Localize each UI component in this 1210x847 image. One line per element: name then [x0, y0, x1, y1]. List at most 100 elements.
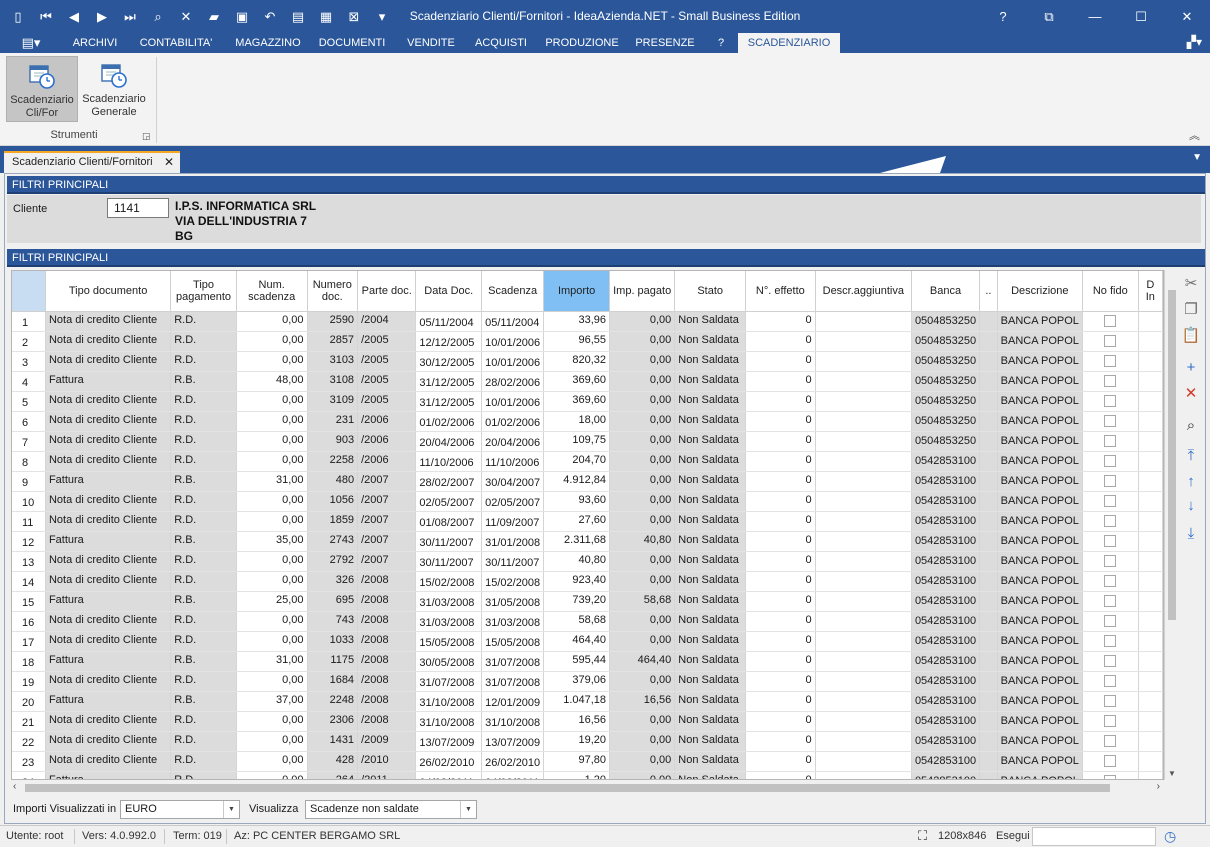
- application-menu-button[interactable]: ▤▾: [8, 33, 54, 53]
- importo[interactable]: 40,80: [543, 551, 611, 572]
- column-header[interactable]: No fido: [1082, 271, 1139, 312]
- descrizione[interactable]: BANCA POPOL: [997, 471, 1083, 492]
- scadenza[interactable]: 31/07/2008: [481, 671, 545, 692]
- importo[interactable]: 4.912,84: [543, 471, 611, 492]
- row-number[interactable]: 15: [12, 591, 46, 612]
- tipo-pagamento[interactable]: R.D.: [170, 331, 237, 352]
- descrizione[interactable]: BANCA POPOL: [997, 491, 1083, 512]
- scadenza[interactable]: 15/05/2008: [481, 631, 545, 652]
- tipo-pagamento[interactable]: R.D.: [170, 511, 237, 532]
- banca[interactable]: 0504853250: [911, 331, 981, 352]
- parte-doc[interactable]: /2006: [357, 431, 417, 452]
- data-doc[interactable]: 31/12/2005: [415, 391, 483, 412]
- descrizione[interactable]: BANCA POPOL: [997, 691, 1083, 712]
- num-scadenza[interactable]: 31,00: [236, 471, 308, 492]
- numero-effetto[interactable]: 0: [745, 471, 816, 492]
- scroll-thumb[interactable]: [25, 784, 1110, 792]
- tipo-documento[interactable]: Nota di credito Cliente: [45, 331, 172, 352]
- numero-doc[interactable]: 231: [307, 411, 359, 432]
- move-down-icon[interactable]: ↓: [1179, 494, 1203, 516]
- layout-options-icon[interactable]: ▞▾: [1187, 35, 1202, 49]
- banca[interactable]: 0504853250: [911, 351, 981, 372]
- no-fido-checkbox[interactable]: [1104, 534, 1117, 547]
- importo[interactable]: 464,40: [543, 631, 611, 652]
- no-fido-checkbox[interactable]: [1104, 714, 1117, 727]
- tipo-pagamento[interactable]: R.D.: [170, 731, 237, 752]
- stato[interactable]: Non Saldata: [674, 351, 747, 372]
- table-row[interactable]: 10 Nota di credito Cliente R.D. 0,00 1056/20…: [12, 491, 1163, 512]
- banca[interactable]: 0542853100: [911, 591, 981, 612]
- column-header[interactable]: Imp. pagato: [609, 271, 676, 312]
- column-header[interactable]: D In: [1138, 271, 1163, 312]
- tab-produzione[interactable]: PRODUZIONE: [540, 33, 624, 53]
- numero-doc[interactable]: 2258: [307, 451, 359, 472]
- importo[interactable]: 2.311,68: [543, 531, 611, 552]
- data-doc[interactable]: 31/10/2008: [415, 691, 483, 712]
- data-doc[interactable]: 31/03/2008: [415, 611, 483, 632]
- banca[interactable]: 0542853100: [911, 711, 981, 732]
- tab-documenti[interactable]: DOCUMENTI: [312, 33, 392, 53]
- table-row[interactable]: 20 Fattura R.B. 37,00 2248/2008 31/10/2008 12/…: [12, 691, 1163, 712]
- descrizione[interactable]: BANCA POPOL: [997, 731, 1083, 752]
- close-window-button[interactable]: ✕: [1164, 0, 1210, 33]
- row-number[interactable]: 22: [12, 731, 46, 752]
- parte-doc[interactable]: /2004: [357, 311, 417, 332]
- tipo-pagamento[interactable]: R.D.: [170, 551, 237, 572]
- tipo-documento[interactable]: Nota di credito Cliente: [45, 351, 172, 372]
- descr-aggiuntiva[interactable]: [815, 451, 912, 472]
- descr-aggiuntiva[interactable]: [815, 431, 912, 452]
- numero-effetto[interactable]: 0: [745, 731, 816, 752]
- num-scadenza[interactable]: 0,00: [236, 391, 308, 412]
- help-button[interactable]: ?: [980, 0, 1026, 33]
- group-launcher-icon[interactable]: ◲: [142, 131, 151, 142]
- scadenza[interactable]: 31/01/2008: [481, 531, 545, 552]
- row-number[interactable]: 5: [12, 391, 46, 412]
- data-doc[interactable]: 01/02/2006: [415, 411, 483, 432]
- stato[interactable]: Non Saldata: [674, 491, 747, 512]
- no-fido[interactable]: [1082, 711, 1139, 732]
- undo-icon[interactable]: ↶: [256, 0, 284, 33]
- banca[interactable]: 0542853100: [911, 571, 981, 592]
- no-fido-checkbox[interactable]: [1104, 734, 1117, 747]
- extra-col-2[interactable]: [1138, 411, 1163, 432]
- scadenza[interactable]: 12/01/2009: [481, 691, 545, 712]
- tab-list-icon[interactable]: ▼: [1192, 152, 1202, 163]
- row-number[interactable]: 17: [12, 631, 46, 652]
- imp-pagato[interactable]: 0,00: [609, 731, 676, 752]
- data-doc[interactable]: 11/10/2006: [415, 451, 483, 472]
- extra-col-2[interactable]: [1138, 491, 1163, 512]
- extra-col[interactable]: [979, 591, 998, 612]
- imp-pagato[interactable]: 0,00: [609, 351, 676, 372]
- data-doc[interactable]: 30/12/2005: [415, 351, 483, 372]
- table-row[interactable]: 21 Nota di credito Cliente R.D. 0,00 2306/20…: [12, 711, 1163, 732]
- parte-doc[interactable]: /2008: [357, 651, 417, 672]
- descrizione[interactable]: BANCA POPOL: [997, 531, 1083, 552]
- extra-col-2[interactable]: [1138, 651, 1163, 672]
- table-row[interactable]: 5 Nota di credito Cliente R.D. 0,00 3109/200…: [12, 391, 1163, 412]
- column-header[interactable]: Data Doc.: [415, 271, 483, 312]
- no-fido[interactable]: [1082, 591, 1139, 612]
- table-row[interactable]: 1 Nota di credito Cliente R.D. 0,00 2590/200…: [12, 311, 1163, 332]
- extra-col-2[interactable]: [1138, 511, 1163, 532]
- num-scadenza[interactable]: 0,00: [236, 711, 308, 732]
- extra-col[interactable]: [979, 331, 998, 352]
- numero-doc[interactable]: 2857: [307, 331, 359, 352]
- tipo-documento[interactable]: Nota di credito Cliente: [45, 451, 172, 472]
- stato[interactable]: Non Saldata: [674, 451, 747, 472]
- banca[interactable]: 0542853100: [911, 611, 981, 632]
- banca[interactable]: 0542853100: [911, 511, 981, 532]
- extra-col[interactable]: [979, 531, 998, 552]
- data-doc[interactable]: 05/11/2004: [415, 311, 483, 332]
- parte-doc[interactable]: /2008: [357, 571, 417, 592]
- extra-col-2[interactable]: [1138, 771, 1163, 779]
- table-row[interactable]: 8 Nota di credito Cliente R.D. 0,00 2258/200…: [12, 451, 1163, 472]
- data-doc[interactable]: 30/05/2008: [415, 651, 483, 672]
- extra-col[interactable]: [979, 391, 998, 412]
- table-row[interactable]: 6 Nota di credito Cliente R.D. 0,00 231/2006…: [12, 411, 1163, 432]
- table-row[interactable]: 22 Nota di credito Cliente R.D. 0,00 1431/20…: [12, 731, 1163, 752]
- tipo-pagamento[interactable]: R.D.: [170, 771, 237, 779]
- extra-col[interactable]: [979, 611, 998, 632]
- no-fido-checkbox[interactable]: [1104, 594, 1117, 607]
- tab-vendite[interactable]: VENDITE: [396, 33, 466, 53]
- table-row[interactable]: 9 Fattura R.B. 31,00 480/2007 28/02/2007 30/04…: [12, 471, 1163, 492]
